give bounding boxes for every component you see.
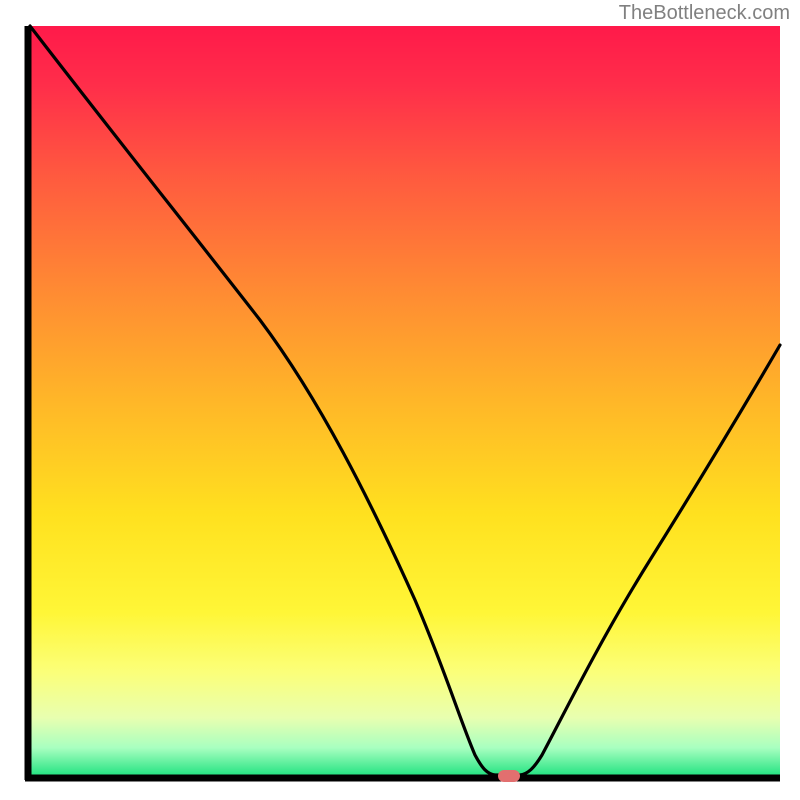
bottleneck-chart [0,0,800,800]
optimal-point-marker [498,770,520,782]
watermark-text: TheBottleneck.com [619,2,790,25]
plot-background [28,26,780,778]
